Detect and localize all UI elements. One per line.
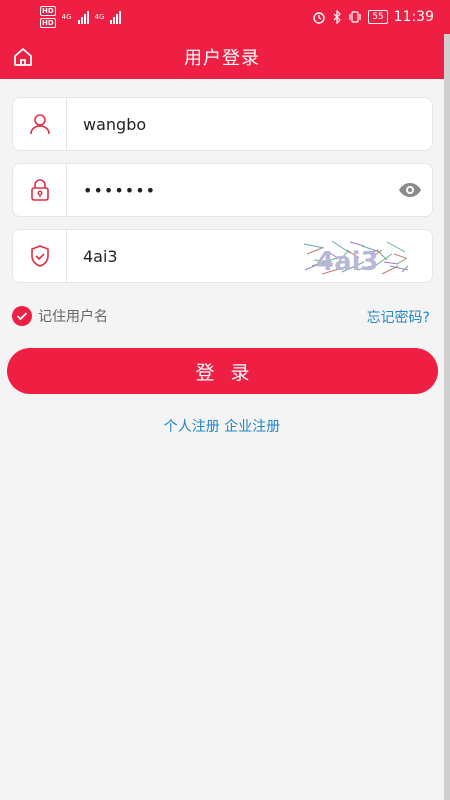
vibrate-icon: [349, 11, 361, 23]
enterprise-register-link[interactable]: 企业注册: [224, 419, 280, 435]
header-bar: 用户登录: [0, 34, 444, 79]
shield-icon-box: [13, 230, 67, 282]
battery-indicator: 55: [368, 10, 388, 24]
captcha-image[interactable]: 4ai3: [302, 236, 410, 278]
home-button[interactable]: [10, 44, 36, 70]
bluetooth-icon: [333, 10, 342, 24]
username-field[interactable]: wangbo: [12, 97, 433, 151]
forgot-password-link[interactable]: 忘记密码?: [367, 307, 430, 327]
signal-icon: [110, 10, 122, 24]
lock-icon: [30, 179, 49, 201]
user-icon: [29, 114, 50, 135]
status-right: 55 11:39: [312, 9, 434, 25]
password-input[interactable]: •••••••: [67, 181, 432, 200]
network-label: 4G: [61, 13, 72, 21]
status-bar: HD HD 4G 4G 55 11:39: [0, 0, 450, 34]
status-left: HD HD 4G 4G: [40, 6, 122, 28]
remember-username[interactable]: 记住用户名: [12, 306, 108, 326]
scroll-edge: [444, 34, 450, 800]
shield-check-icon: [30, 245, 49, 267]
hd-badge: HD: [40, 6, 56, 16]
login-button[interactable]: 登录: [7, 348, 438, 394]
user-icon-box: [13, 98, 67, 150]
eye-icon[interactable]: [398, 181, 422, 199]
checkbox-checked-icon[interactable]: [12, 306, 32, 326]
remember-label: 记住用户名: [38, 309, 108, 325]
signal-icon: [77, 10, 89, 24]
username-input[interactable]: wangbo: [67, 115, 432, 134]
captcha-field[interactable]: 4ai3 4ai3: [12, 229, 433, 283]
alarm-icon: [313, 12, 325, 24]
status-time: 11:39: [393, 9, 434, 25]
personal-register-link[interactable]: 个人注册: [164, 419, 220, 435]
network-label: 4G: [94, 13, 105, 21]
password-field[interactable]: •••••••: [12, 163, 433, 217]
captcha-char: 4ai3: [316, 247, 379, 277]
page-title: 用户登录: [184, 47, 260, 69]
hd-badge: HD: [40, 18, 56, 28]
lock-icon-box: [13, 164, 67, 216]
home-icon: [14, 48, 32, 66]
register-links: 个人注册 企业注册: [0, 416, 444, 436]
